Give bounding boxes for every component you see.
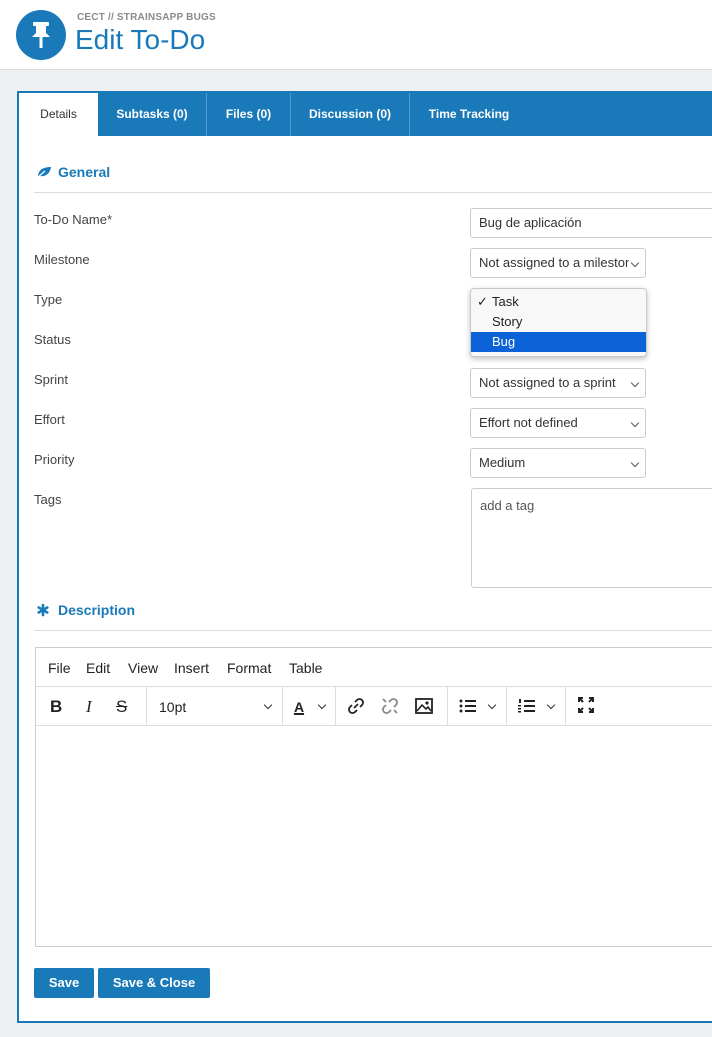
divider bbox=[282, 687, 283, 726]
divider bbox=[146, 687, 147, 726]
chevron-down-icon bbox=[487, 700, 497, 710]
pushpin-icon bbox=[16, 10, 66, 60]
menu-edit[interactable]: Edit bbox=[86, 660, 110, 676]
type-dropdown-list[interactable]: ✓ Task Story Bug bbox=[470, 288, 647, 357]
chevron-down-icon bbox=[546, 700, 556, 710]
menu-view[interactable]: View bbox=[128, 660, 158, 676]
type-label: Type bbox=[34, 292, 63, 307]
priority-value: Medium bbox=[479, 455, 526, 470]
chevron-down-icon bbox=[317, 700, 327, 710]
save-and-close-button[interactable]: Save & Close bbox=[98, 968, 210, 998]
leaf-icon bbox=[36, 165, 52, 181]
numbered-list-button[interactable] bbox=[517, 696, 559, 718]
effort-select[interactable]: Effort not defined bbox=[470, 408, 646, 438]
effort-label: Effort bbox=[34, 412, 65, 427]
type-option-story[interactable]: Story bbox=[471, 312, 646, 332]
tab-details[interactable]: Details bbox=[19, 93, 98, 136]
font-size-value: 10pt bbox=[159, 699, 187, 715]
image-icon[interactable] bbox=[414, 696, 434, 718]
divider bbox=[506, 687, 507, 726]
menu-insert[interactable]: Insert bbox=[174, 660, 209, 676]
bullet-list-icon bbox=[459, 699, 476, 713]
status-label: Status bbox=[34, 332, 71, 347]
tags-label: Tags bbox=[34, 492, 62, 507]
tab-files[interactable]: Files (0) bbox=[207, 93, 291, 136]
page-header: CECT // STRAINSAPP BUGS Edit To-Do bbox=[0, 0, 712, 70]
fullscreen-icon[interactable] bbox=[577, 696, 595, 718]
checkmark-icon: ✓ bbox=[477, 294, 488, 309]
tags-input[interactable]: add a tag bbox=[471, 488, 712, 588]
divider bbox=[565, 687, 566, 726]
breadcrumb[interactable]: CECT // STRAINSAPP BUGS bbox=[77, 12, 216, 23]
chevron-down-icon bbox=[263, 700, 273, 710]
asterisk-icon bbox=[36, 603, 52, 620]
link-icon[interactable] bbox=[346, 696, 366, 718]
page-title: Edit To-Do bbox=[75, 24, 206, 55]
general-section-heading: General bbox=[36, 164, 110, 181]
priority-label: Priority bbox=[34, 452, 75, 467]
divider bbox=[335, 687, 336, 726]
menu-table[interactable]: Table bbox=[289, 660, 322, 676]
divider bbox=[34, 192, 712, 193]
priority-select[interactable]: Medium bbox=[470, 448, 646, 478]
menu-file[interactable]: File bbox=[48, 660, 71, 676]
text-color-icon: A bbox=[293, 699, 305, 715]
todo-name-label: To-Do Name* bbox=[34, 212, 113, 227]
milestone-value: Not assigned to a milestone bbox=[479, 255, 629, 270]
editor-toolbar: B I S 10pt A bbox=[36, 687, 712, 726]
bold-icon[interactable]: B bbox=[50, 696, 62, 718]
edit-todo-panel: Details Subtasks (0) Files (0) Discussio… bbox=[17, 91, 712, 1023]
divider bbox=[34, 630, 712, 631]
unlink-icon[interactable] bbox=[380, 696, 400, 718]
menu-format[interactable]: Format bbox=[227, 660, 271, 676]
sprint-label: Sprint bbox=[34, 372, 68, 387]
milestone-select[interactable]: Not assigned to a milestone bbox=[470, 248, 646, 278]
description-editor: File Edit View Insert Format Table B I S… bbox=[35, 647, 712, 947]
type-option-bug[interactable]: Bug bbox=[471, 332, 646, 352]
tab-discussion[interactable]: Discussion (0) bbox=[291, 93, 410, 136]
description-section-title: Description bbox=[58, 602, 136, 618]
editor-body[interactable] bbox=[36, 726, 712, 946]
sprint-select[interactable]: Not assigned to a sprint bbox=[470, 368, 646, 398]
editor-menubar: File Edit View Insert Format Table bbox=[36, 648, 712, 687]
general-section-title: General bbox=[58, 164, 111, 180]
italic-icon[interactable]: I bbox=[86, 696, 92, 718]
sprint-value: Not assigned to a sprint bbox=[479, 375, 616, 390]
todo-name-input[interactable]: Bug de aplicación bbox=[470, 208, 712, 238]
numbered-list-icon bbox=[518, 699, 535, 713]
divider bbox=[447, 687, 448, 726]
tab-time-tracking[interactable]: Time Tracking bbox=[410, 93, 528, 136]
save-button[interactable]: Save bbox=[34, 968, 94, 998]
tab-bar: Details Subtasks (0) Files (0) Discussio… bbox=[19, 93, 712, 136]
description-section-heading: Description bbox=[36, 602, 135, 620]
effort-value: Effort not defined bbox=[479, 415, 578, 430]
font-size-select[interactable]: 10pt bbox=[159, 696, 275, 718]
type-option-task[interactable]: ✓ Task bbox=[471, 292, 646, 312]
tab-subtasks[interactable]: Subtasks (0) bbox=[98, 93, 207, 136]
text-color-button[interactable]: A bbox=[289, 696, 329, 718]
milestone-label: Milestone bbox=[34, 252, 90, 267]
bullet-list-button[interactable] bbox=[458, 696, 500, 718]
strikethrough-icon[interactable]: S bbox=[116, 696, 127, 718]
